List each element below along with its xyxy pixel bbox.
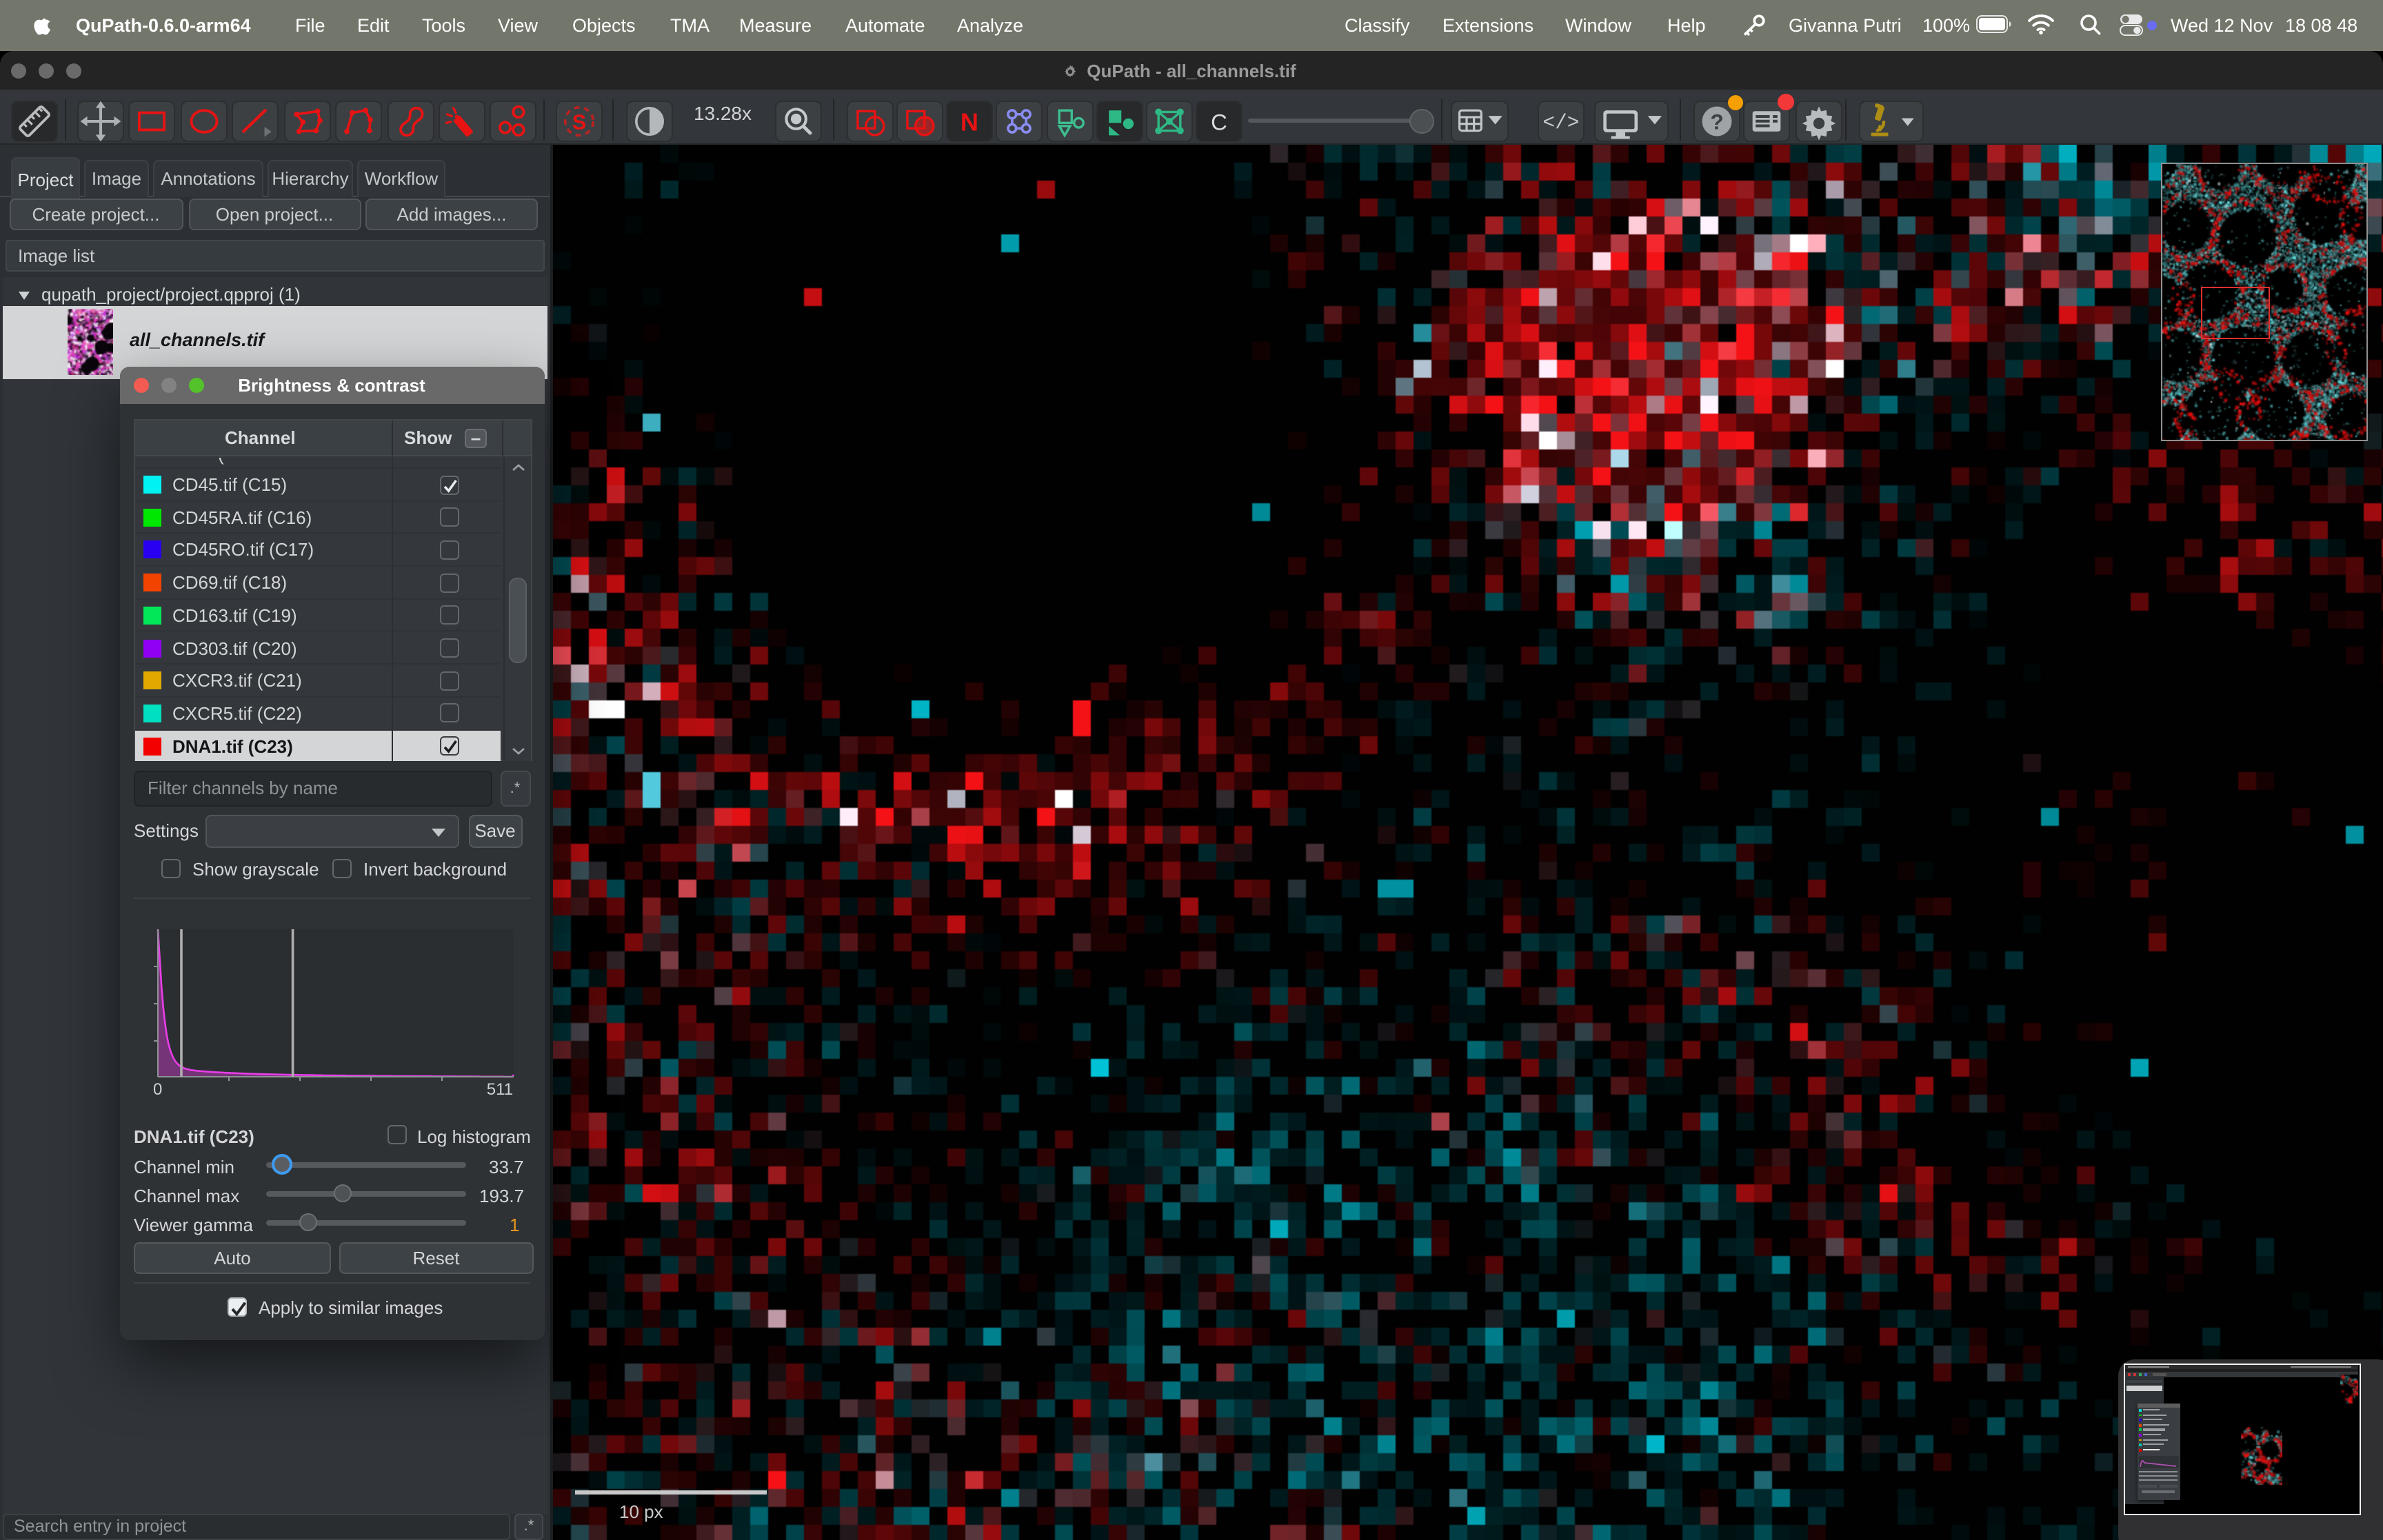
svg-text:C: C <box>1211 108 1227 134</box>
svg-text:511: 511 <box>487 1080 513 1099</box>
svg-text:?: ? <box>1709 108 1722 133</box>
svg-text:N: N <box>961 108 978 136</box>
svg-text:0: 0 <box>153 1080 162 1099</box>
svg-text:S: S <box>572 110 586 133</box>
svg-text:</>: </> <box>1543 111 1580 134</box>
